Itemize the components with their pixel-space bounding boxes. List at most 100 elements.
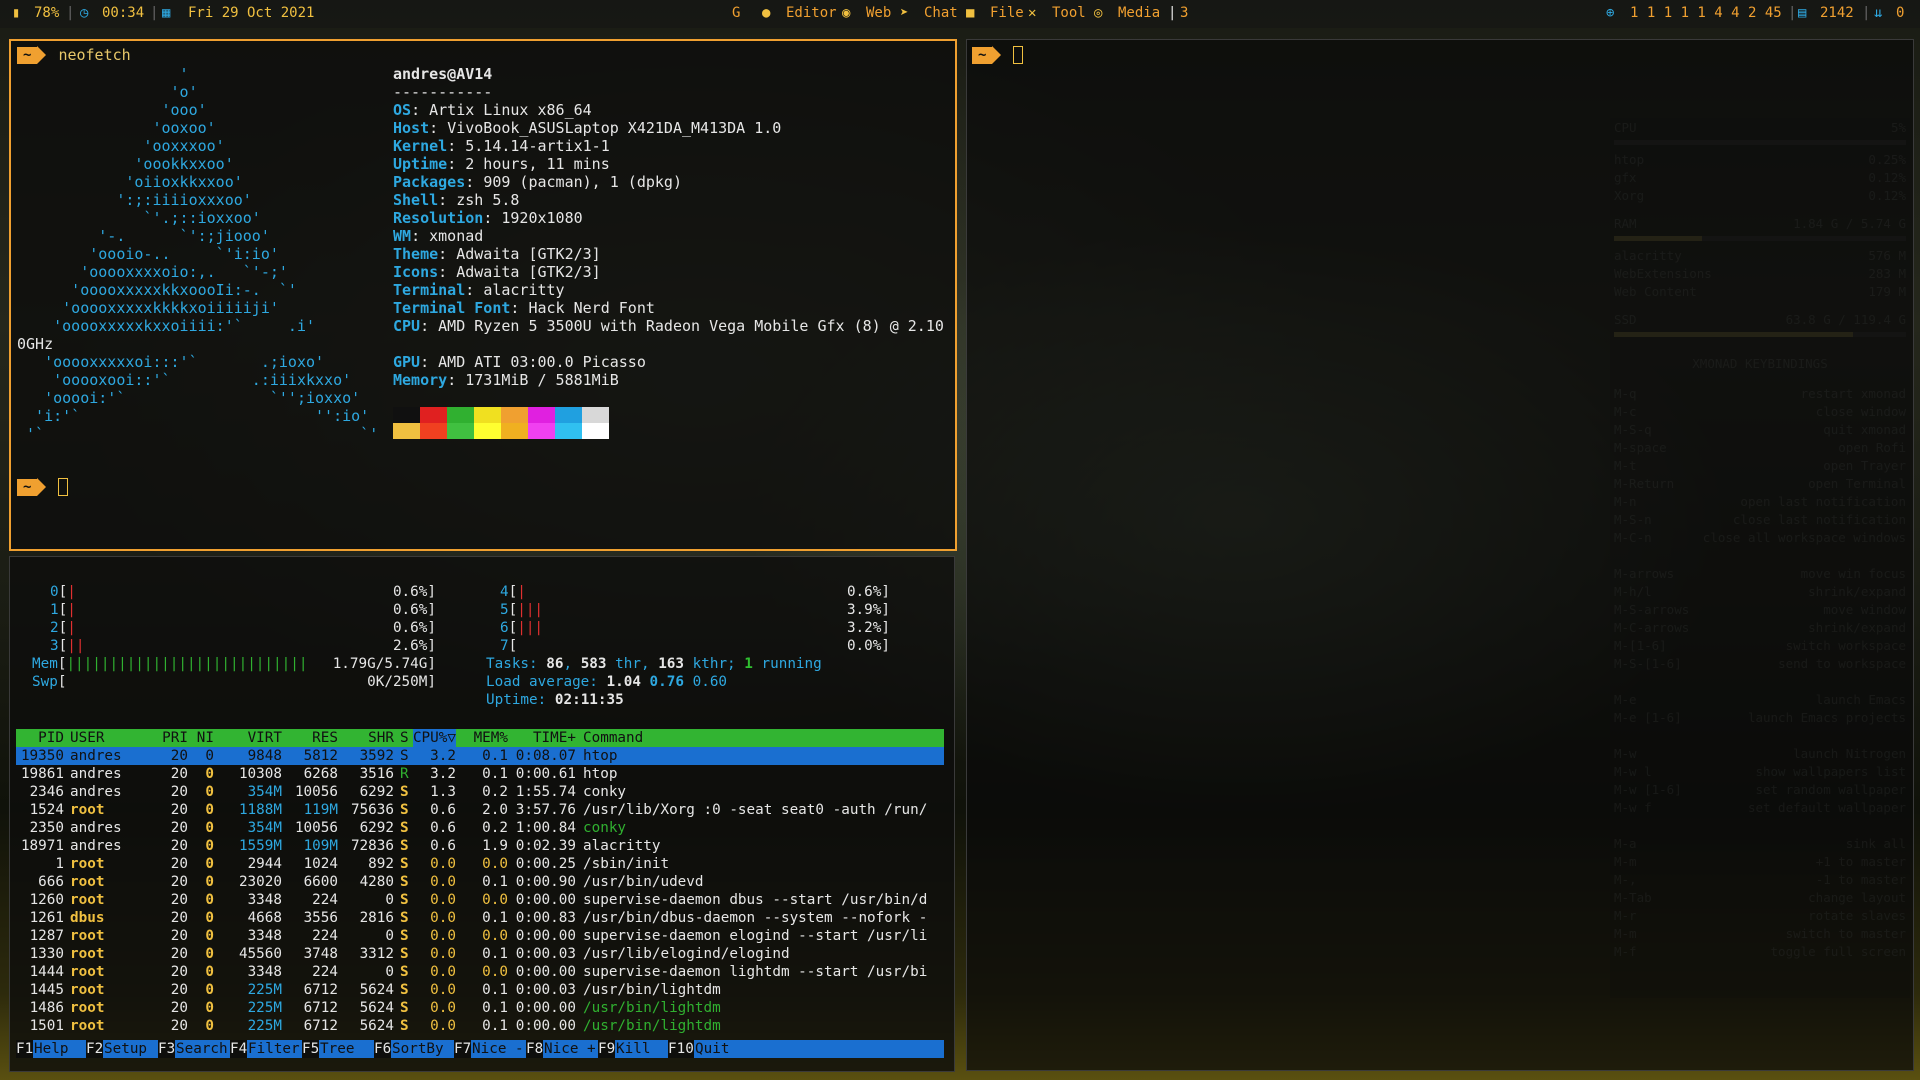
cursor: [58, 478, 69, 496]
fkey-f1[interactable]: F1: [16, 1040, 34, 1058]
info-value: 2 hours, 11 mins: [465, 155, 610, 173]
cell-time: 0:00.25: [515, 856, 576, 872]
workspace-chat[interactable]: Chat: [924, 5, 958, 21]
workspace-media[interactable]: Media: [1118, 5, 1160, 21]
table-row[interactable]: 18971 andres 20 0 1559M 109M 72836 S 0.6 1.9 0:02.…: [16, 837, 944, 855]
column-header-mem[interactable]: MEM%: [474, 729, 508, 747]
fkey-label-tree[interactable]: Tree: [320, 1040, 354, 1058]
table-row[interactable]: 1486 root 20 0 225M 6712 5624 S 0.0 0.1 0:00.00/us…: [16, 999, 944, 1017]
fkey-label-nice-[interactable]: Nice +: [544, 1040, 596, 1058]
cell-mem: 0.1: [482, 1000, 508, 1016]
fkey-label-nice-[interactable]: Nice -: [472, 1040, 524, 1058]
cpu-pct: 0.6%]: [392, 584, 436, 600]
fkey-f7[interactable]: F7: [454, 1040, 472, 1058]
layout-indicator[interactable]: G: [732, 5, 740, 21]
cell-user: root: [70, 964, 105, 980]
table-row[interactable]: 1445 root 20 0 225M 6712 5624 S 0.0 0.1 0:00.03/us…: [16, 981, 944, 999]
info-colon: :: [429, 119, 448, 137]
column-header-ni[interactable]: NI: [197, 729, 214, 747]
fkey-f8[interactable]: F8: [526, 1040, 544, 1058]
prompt-2[interactable]: ~: [17, 478, 69, 496]
cell-virt: 23020: [238, 874, 282, 890]
workspace-web[interactable]: Web: [866, 5, 891, 21]
cell-virt: 3348: [247, 964, 282, 980]
table-row[interactable]: 1524 root 20 0 1188M 119M 75636 S 0.6 2.0 3:57.76 /…: [16, 801, 944, 819]
info-row: Terminal: alacritty: [393, 281, 565, 299]
workspace-tool[interactable]: Tool: [1052, 5, 1086, 21]
column-header-virt[interactable]: VIRT: [248, 729, 282, 747]
cell-mem: 1.9: [482, 838, 508, 854]
cell-s: S: [400, 802, 409, 818]
table-row[interactable]: 19350 andres 20 0 9848 5812 3592 S 3.2 0.1 0:08.07…: [16, 747, 944, 765]
running-label: running: [752, 656, 822, 672]
logo-line: ': [17, 65, 189, 83]
cell-pid: 19350: [20, 748, 64, 764]
table-row[interactable]: 1330 root 20 0 45560 3748 3312 S 0.0 0.1 0:00.03/u…: [16, 945, 944, 963]
table-row[interactable]: 1260 root 20 0 3348 224 0 S 0.0 0.0 0:00.00 supervi…: [16, 891, 944, 909]
fkey-f5[interactable]: F5: [302, 1040, 320, 1058]
table-row[interactable]: 1287 root 20 0 3348 224 0 S 0.0 0.0 0:00.00 supervi…: [16, 927, 944, 945]
logo-line: 'ooooxxxxxkxxoiiii:'` .i': [17, 317, 316, 335]
table-row[interactable]: 1261 dbus 20 0 4668 3556 2816 S 0.0 0.1 0:00.83/us…: [16, 909, 944, 927]
color-swatch: [474, 407, 501, 423]
prompt[interactable]: ~: [972, 46, 1024, 64]
table-header[interactable]: PID USER PRI NI VIRT RES SHR S CPU%▽ MEM% TIME+ Com…: [16, 729, 944, 747]
info-key: Icons: [393, 263, 439, 281]
fkey-label-quit[interactable]: Quit: [695, 1040, 729, 1058]
fkey-f3[interactable]: F3: [158, 1040, 176, 1058]
fkey-f6[interactable]: F6: [374, 1040, 392, 1058]
column-header-res[interactable]: RES: [312, 729, 338, 747]
color-swatch: [528, 407, 555, 423]
info-value: Adwaita [GTK2/3]: [456, 263, 601, 281]
column-header-cmd[interactable]: Command: [583, 729, 643, 747]
terminal-neofetch[interactable]: ~ neofetch ' 'o' 'ooo' 'ooxoo' 'ooxxxoo'…: [9, 39, 957, 551]
cell-cpu: 3.2: [430, 766, 456, 782]
load5: 0.76: [640, 674, 684, 690]
fkey-label-kill[interactable]: Kill: [616, 1040, 650, 1058]
cell-pid: 1261: [29, 910, 64, 926]
fkey-label-setup[interactable]: Setup: [104, 1040, 147, 1058]
column-header-cpu[interactable]: CPU%▽: [412, 729, 456, 747]
cpu-id: 1: [50, 602, 59, 618]
fkey-f10[interactable]: F10: [668, 1040, 694, 1058]
fkey-f2[interactable]: F2: [86, 1040, 104, 1058]
column-header-user[interactable]: USER: [70, 729, 104, 747]
cpu-meter: 6[|||: [500, 620, 543, 636]
table-row[interactable]: 1444 root 20 0 3348 224 0 S 0.0 0.0 0:00.00 supervi…: [16, 963, 944, 981]
cell-mem: 0.2: [482, 820, 508, 836]
table-row[interactable]: 1501 root 20 0 225M 6712 5624 S 0.0 0.1 0:00.00/us…: [16, 1017, 944, 1035]
workspace-file[interactable]: File: [990, 5, 1024, 21]
table-row[interactable]: 1 root 20 0 2944 1024 892 S 0.0 0.0 0:00.25/sbin/i…: [16, 855, 944, 873]
cell-virt: 9848: [247, 748, 282, 764]
color-swatch: [393, 423, 420, 439]
info-row: Terminal Font: Hack Nerd Font: [393, 299, 655, 317]
clock-icon: ◷: [80, 5, 89, 21]
fkey-f4[interactable]: F4: [230, 1040, 248, 1058]
workspace-editor[interactable]: Editor: [786, 5, 837, 21]
fkey-label-sortby[interactable]: SortBy: [392, 1040, 444, 1058]
cell-time: 0:02.39: [515, 838, 576, 854]
memory-used: 2142: [1820, 5, 1854, 21]
table-row[interactable]: 2350 andres 20 0 354M 10056 6292 S 0.6 0.2 1:00.84…: [16, 819, 944, 837]
htop-window[interactable]: 0[| 0.6%] 1[| 0.6%] 2[| 0.6%] 3[|| 2.6%] 4[| 0.6%…: [9, 556, 955, 1072]
column-header-shr[interactable]: SHR: [368, 729, 394, 747]
table-row[interactable]: 666 root 20 0 23020 6600 4280 S 0.0 0.1 0:00.90/us…: [16, 873, 944, 891]
cell-pri: 20: [170, 928, 188, 944]
column-header-pri[interactable]: PRI: [162, 729, 188, 747]
fkey-label-filter[interactable]: Filter: [248, 1040, 300, 1058]
cell-mem: 0.1: [482, 748, 508, 764]
clock: 00:34: [102, 5, 145, 21]
column-header-s[interactable]: S: [400, 729, 409, 747]
terminal-empty[interactable]: ~: [966, 39, 1914, 1071]
fkey-f9[interactable]: F9: [598, 1040, 616, 1058]
function-key-bar[interactable]: F1 Help F2 Setup F3 Search F4 Filter F5 Tree F6 Sor…: [16, 1040, 944, 1058]
fkey-label-help[interactable]: Help: [34, 1040, 68, 1058]
fkey-label-search[interactable]: Search: [176, 1040, 228, 1058]
column-header-time[interactable]: TIME+: [533, 729, 576, 747]
column-header-pid[interactable]: PID: [38, 729, 64, 747]
cell-cpu: 0.0: [430, 946, 456, 962]
logo-line: 'oiioxkkxxoo': [17, 173, 243, 191]
table-row[interactable]: 2346 andres 20 0 354M 10056 6292 S 1.3 0.2 1:55.74…: [16, 783, 944, 801]
table-row[interactable]: 19861 andres 20 0 10308 6268 3516 R 3.2 0.1 0:00.6…: [16, 765, 944, 783]
cell-pid: 1444: [29, 964, 64, 980]
